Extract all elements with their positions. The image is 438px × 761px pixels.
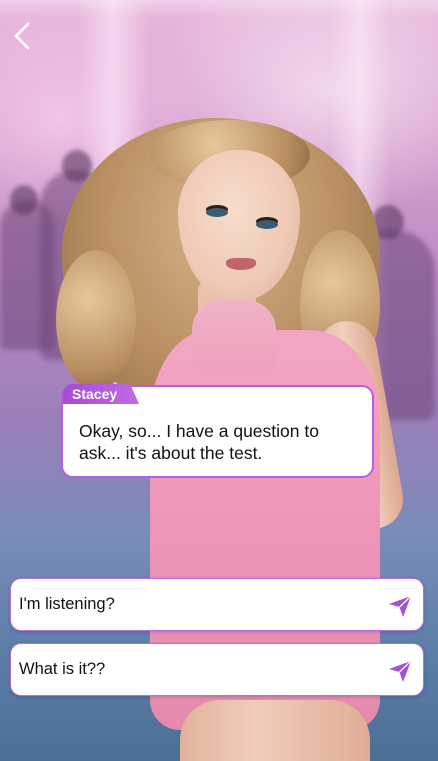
- speaker-name-tag: Stacey: [63, 384, 140, 404]
- back-button[interactable]: [6, 18, 38, 54]
- send-icon: [389, 595, 412, 617]
- character-legs: [180, 700, 370, 761]
- character-dress-collar: [192, 300, 276, 370]
- choice-button-im-listening[interactable]: I'm listening?: [10, 578, 424, 631]
- send-icon: [389, 660, 412, 682]
- dialogue-panel: Stacey Okay, so... I have a question to …: [61, 384, 374, 478]
- choice-button-what-is-it[interactable]: What is it??: [10, 643, 424, 696]
- character-hair-curl: [56, 250, 136, 390]
- chevron-left-icon: [14, 22, 30, 50]
- story-screen: Stacey Okay, so... I have a question to …: [0, 0, 438, 761]
- character-lips: [226, 258, 256, 270]
- dialogue-text: Okay, so... I have a question to ask... …: [79, 421, 319, 463]
- character-eye: [206, 208, 228, 217]
- character-eye: [256, 220, 278, 229]
- choice-label: What is it??: [19, 660, 106, 678]
- choice-label: I'm listening?: [19, 595, 115, 613]
